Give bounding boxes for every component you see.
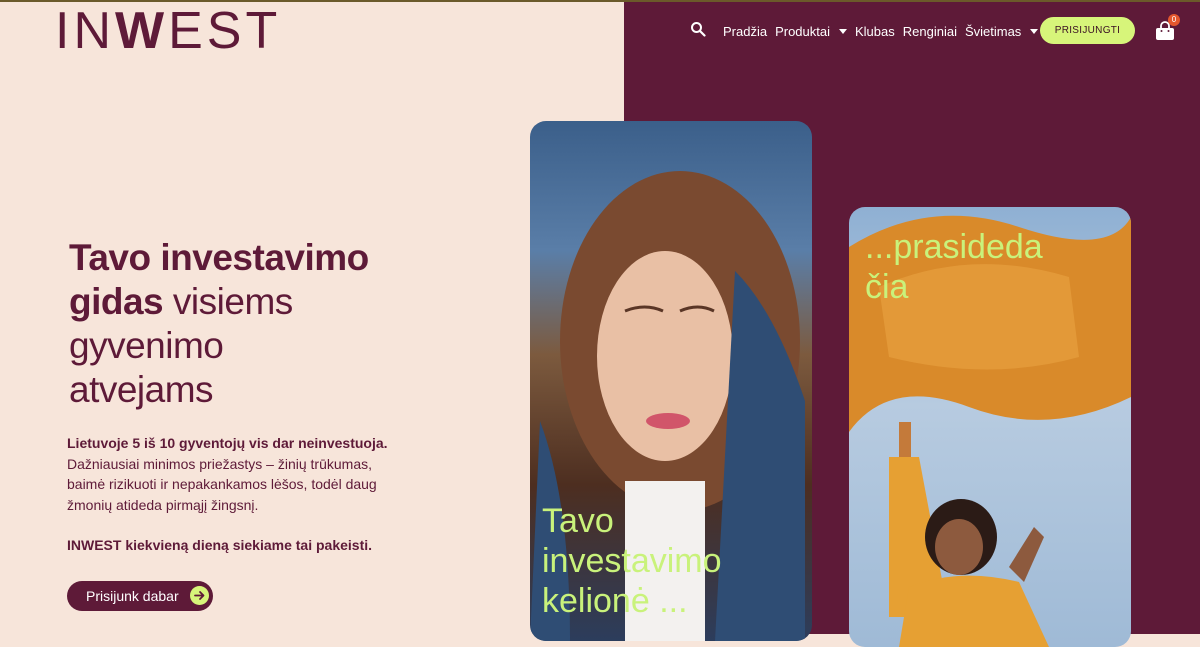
- brand-logo[interactable]: IN W EST: [55, 4, 281, 58]
- nav-item-label: Pradžia: [723, 23, 768, 39]
- chevron-down-icon: [1030, 28, 1039, 34]
- headline-rest-3: atvejams: [69, 369, 214, 410]
- hero-description: Lietuvoje 5 iš 10 gyventojų vis dar nein…: [67, 433, 397, 556]
- hero-headline: Tavo investavimo gidas visiems gyvenimo …: [69, 236, 489, 412]
- nav-item-label: Klubas: [855, 23, 895, 39]
- intro-text: Dažniausiai minimos priežastys – žinių t…: [67, 455, 377, 513]
- nav-item-renginiai[interactable]: Renginiai: [903, 24, 957, 39]
- logo-part-w: W: [115, 2, 169, 60]
- nav-item-label: Produktai: [775, 23, 830, 39]
- headline-rest-1: visiems: [163, 281, 293, 322]
- headline-rest-2: gyvenimo: [69, 325, 224, 366]
- headline-bold-1: Tavo investavimo: [69, 237, 369, 278]
- logo-part-in: IN: [55, 2, 115, 60]
- nav-item-svietimas[interactable]: Švietimas: [964, 23, 1039, 39]
- chevron-down-icon: [839, 28, 847, 34]
- cart-count-badge: 0: [1168, 14, 1180, 26]
- headline-bold-2: gidas: [69, 281, 164, 322]
- nav-item-klubas[interactable]: Klubas: [855, 24, 895, 39]
- intro-bold: Lietuvoje 5 iš 10 gyventojų vis dar nein…: [67, 435, 388, 451]
- main-nav: Pradžia Produktai Klubas Renginiai Šviet…: [690, 16, 1046, 46]
- hero-image-card-1: Tavo investavimo kelionė ...: [530, 121, 812, 641]
- cta-label: Prisijunk dabar: [86, 588, 179, 604]
- login-button[interactable]: PRISIJUNGTI: [1040, 17, 1135, 44]
- card-1-caption: Tavo investavimo kelionė ...: [542, 502, 722, 620]
- nav-item-pradzia[interactable]: Pradžia: [723, 24, 767, 39]
- logo-part-est: EST: [168, 2, 282, 60]
- card-2-caption: ...prasideda čia: [865, 228, 1043, 306]
- hero-image-card-2: ...prasideda čia: [849, 207, 1131, 647]
- nav-item-produktai[interactable]: Produktai: [775, 24, 847, 39]
- nav-item-label: Renginiai: [902, 23, 957, 39]
- outro-bold: INWEST kiekvieną dieną siekiame tai pake…: [67, 537, 373, 553]
- search-icon[interactable]: [690, 21, 706, 37]
- nav-item-label: Švietimas: [964, 23, 1022, 39]
- arrow-right-icon[interactable]: [190, 586, 209, 605]
